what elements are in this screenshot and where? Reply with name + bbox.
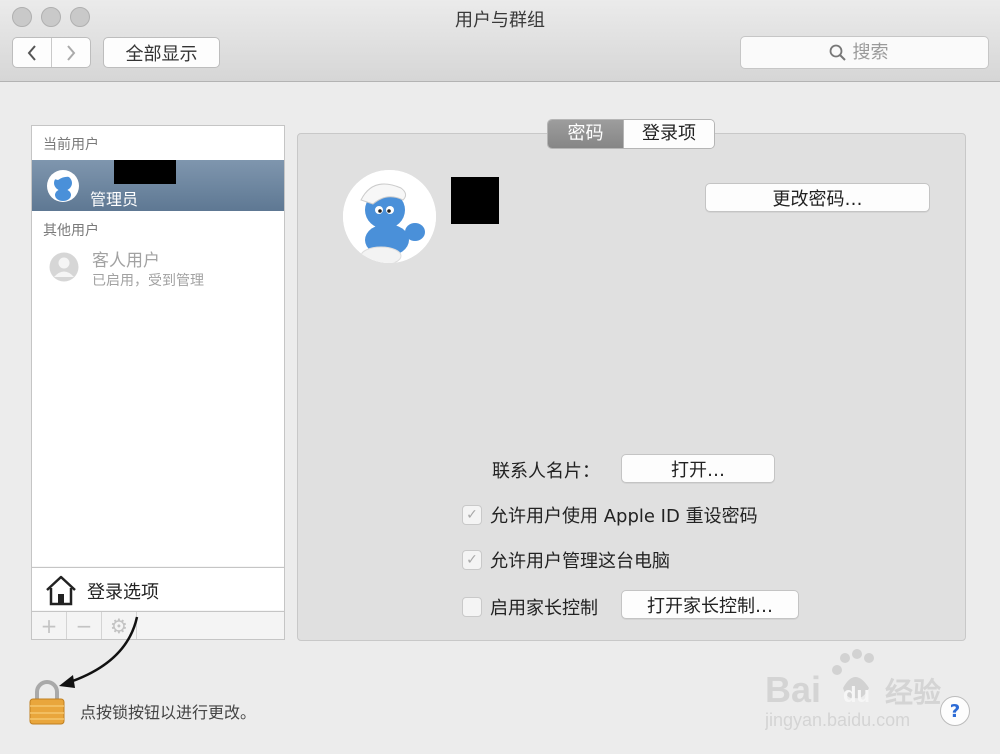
- user-avatar-icon: [47, 170, 79, 202]
- smurf-avatar-icon: [343, 170, 436, 263]
- lock-hint-text: 点按锁按钮以进行更改。: [80, 703, 257, 722]
- user-item-admin[interactable]: 管理员: [32, 160, 284, 211]
- current-users-header: 当前用户: [43, 137, 99, 153]
- search-icon: [829, 44, 846, 61]
- parental-controls-checkbox[interactable]: [462, 597, 482, 617]
- open-contact-card-button[interactable]: 打开…: [621, 454, 775, 483]
- title-bar: 用户与群组 全部显示: [0, 0, 1000, 82]
- guest-user-status: 已启用，受到管理: [92, 273, 204, 289]
- chevron-left-icon: [27, 44, 36, 61]
- window-title: 用户与群组: [455, 10, 545, 31]
- allow-appleid-reset-label: 允许用户使用 Apple ID 重设密码: [490, 506, 758, 527]
- allow-admin-checkbox[interactable]: ✓: [462, 550, 482, 570]
- user-role-label: 管理员: [90, 190, 139, 209]
- chevron-right-icon: [67, 44, 76, 61]
- watermark-cn: 经验: [885, 676, 941, 709]
- login-options-item[interactable]: 登录选项: [32, 567, 284, 610]
- tab-bar: 密码 登录项: [547, 119, 715, 149]
- parental-controls-label: 启用家长控制: [490, 598, 598, 619]
- open-parental-controls-button[interactable]: 打开家长控制…: [621, 590, 799, 619]
- search-input[interactable]: [852, 42, 901, 63]
- user-list-panel: 当前用户 管理员 其他用户 客人用户 已启用，受到管理 登录选项 + − ⚙: [31, 125, 285, 640]
- annotation-arrow: [59, 616, 139, 688]
- allow-appleid-reset-option: ✓ 允许用户使用 Apple ID 重设密码: [462, 502, 758, 528]
- search-field[interactable]: [740, 36, 989, 69]
- back-button[interactable]: [13, 38, 51, 67]
- baidu-jingyan-watermark: Bai du 经验 jingyan.baidu.com: [764, 648, 945, 734]
- navigation-buttons: [12, 37, 91, 68]
- watermark-url: jingyan.baidu.com: [765, 710, 910, 730]
- watermark-brand: Bai: [765, 669, 821, 710]
- guest-user-name: 客人用户: [92, 251, 160, 271]
- show-all-button[interactable]: 全部显示: [103, 37, 220, 68]
- allow-admin-label: 允许用户管理这台电脑: [490, 551, 670, 572]
- guest-avatar-icon: [49, 252, 79, 282]
- change-password-button[interactable]: 更改密码…: [705, 183, 930, 212]
- user-picture[interactable]: [343, 170, 436, 263]
- other-users-header: 其他用户: [43, 223, 99, 239]
- parental-controls-option: 启用家长控制: [462, 594, 598, 620]
- help-button[interactable]: ?: [940, 696, 970, 726]
- allow-appleid-reset-checkbox[interactable]: ✓: [462, 505, 482, 525]
- allow-admin-option: ✓ 允许用户管理这台电脑: [462, 547, 670, 573]
- contact-card-label: 联系人名片：: [492, 461, 600, 482]
- tab-password[interactable]: 密码: [548, 120, 623, 148]
- watermark-brand-du: du: [843, 682, 870, 707]
- user-name-redacted: [114, 160, 176, 184]
- user-item-guest[interactable]: 客人用户 已启用，受到管理: [32, 246, 284, 292]
- forward-button[interactable]: [51, 38, 90, 67]
- house-icon: [46, 575, 76, 606]
- lock-icon[interactable]: [28, 678, 66, 726]
- login-options-label: 登录选项: [87, 582, 159, 603]
- tab-login-items[interactable]: 登录项: [623, 120, 714, 148]
- user-list: 当前用户 管理员 其他用户 客人用户 已启用，受到管理: [32, 126, 284, 566]
- user-full-name-redacted: [451, 177, 499, 224]
